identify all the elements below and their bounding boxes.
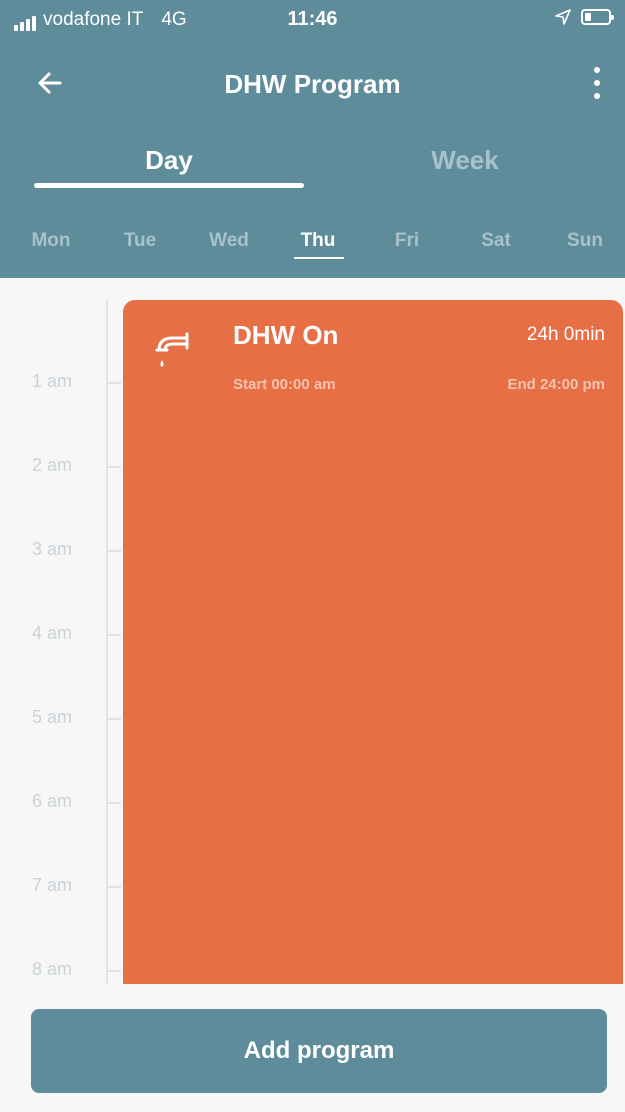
add-program-button[interactable]: Add program (31, 1009, 607, 1093)
day-thu[interactable]: Thu (288, 230, 348, 252)
location-arrow-icon (555, 9, 571, 25)
hour-tick (107, 970, 121, 972)
hour-row: 6 am (0, 791, 121, 822)
event-start-time: Start 00:00 am (233, 376, 336, 393)
app-header: vodafone IT 4G 11:46 DHW Program Day Wee… (0, 0, 625, 278)
hour-row: 7 am (0, 875, 121, 906)
hour-label: 1 am (32, 371, 73, 391)
faucet-icon (155, 332, 189, 367)
hour-tick (107, 550, 121, 552)
hour-label: 3 am (32, 539, 73, 559)
hour-row: 3 am (0, 539, 121, 570)
hour-tick (107, 886, 121, 888)
status-bar: vodafone IT 4G 11:46 (0, 0, 625, 40)
tab-week[interactable]: Week (330, 145, 600, 176)
hour-tick (107, 466, 121, 468)
day-wed[interactable]: Wed (199, 230, 259, 252)
hour-row: 1 am (0, 371, 121, 402)
event-end-time: End 24:00 pm (507, 376, 605, 393)
hour-tick (107, 634, 121, 636)
event-title: DHW On (233, 320, 339, 350)
hour-row: 5 am (0, 707, 121, 738)
tab-day[interactable]: Day (34, 145, 304, 176)
day-fri[interactable]: Fri (377, 230, 437, 252)
more-vertical-icon[interactable] (587, 65, 607, 101)
hour-row: 4 am (0, 623, 121, 654)
day-mon[interactable]: Mon (21, 230, 81, 252)
day-active-indicator (294, 257, 344, 259)
hour-label: 4 am (32, 623, 73, 643)
page-title: DHW Program (224, 69, 401, 99)
hour-row: 2 am (0, 455, 121, 486)
hour-tick (107, 718, 121, 720)
hour-label: 7 am (32, 875, 73, 895)
event-duration: 24h 0min (526, 324, 605, 345)
status-time: 11:46 (287, 8, 338, 30)
hour-label: 2 am (32, 455, 73, 475)
day-sun[interactable]: Sun (555, 230, 615, 252)
hour-tick (107, 802, 121, 804)
program-event-card[interactable]: DHW On 24h 0min Start 00:00 am End 24:00… (123, 300, 623, 984)
battery-icon (581, 9, 614, 25)
day-timeline[interactable]: 1 am 2 am 3 am 4 am 5 am 6 am 7 am 8 am (0, 278, 625, 984)
hour-row: 8 am (0, 959, 121, 984)
hour-label: 6 am (32, 791, 73, 811)
day-tue[interactable]: Tue (110, 230, 170, 252)
view-tabs: Day Week (0, 145, 625, 195)
day-sat[interactable]: Sat (466, 230, 526, 252)
day-selector: Mon Tue Wed Thu Fri Sat Sun (0, 230, 625, 270)
hour-label: 8 am (32, 959, 73, 979)
tab-active-indicator (34, 183, 304, 188)
hour-label: 5 am (32, 707, 73, 727)
top-app-bar: DHW Program (0, 55, 625, 111)
hour-tick (107, 382, 121, 384)
